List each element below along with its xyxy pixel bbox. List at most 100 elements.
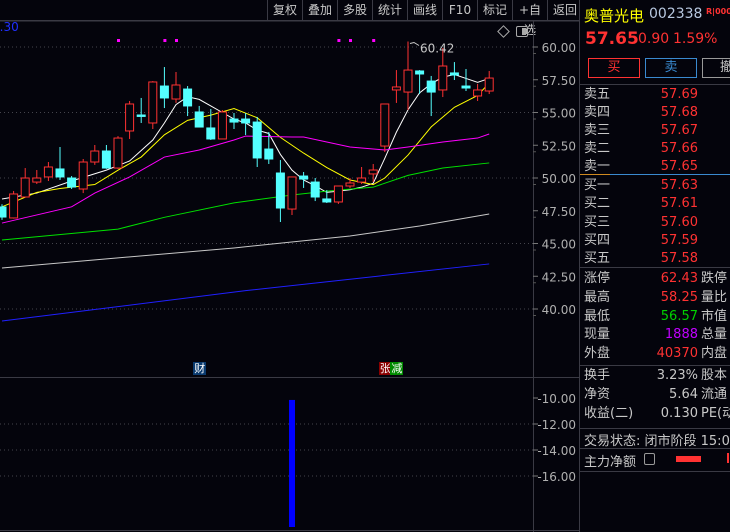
signal-mark — [372, 39, 376, 42]
candle[interactable] — [78, 159, 88, 194]
signal-mark — [337, 39, 341, 42]
row-value: 57.68 — [660, 105, 698, 120]
price-tick-label: 42.50 — [542, 270, 576, 284]
price-change-pct: 1.59% — [673, 31, 718, 47]
candle[interactable] — [20, 168, 30, 198]
panel-toggle-icon[interactable] — [516, 26, 528, 37]
row-label: 最高 — [584, 289, 611, 305]
candle[interactable] — [449, 62, 459, 81]
divider — [580, 267, 730, 268]
candle[interactable] — [206, 108, 216, 141]
candle[interactable] — [43, 162, 53, 182]
row-label: 涨停 — [584, 271, 611, 286]
row-value: 62.43 — [660, 271, 698, 286]
candle-body — [136, 114, 146, 117]
candle[interactable] — [55, 146, 65, 180]
main-net-bar — [676, 456, 701, 462]
ask-row: 卖二 57.66 — [580, 140, 730, 158]
candle[interactable] — [0, 204, 7, 220]
candle-body — [357, 177, 367, 183]
buy-button[interactable]: 买 — [588, 58, 640, 78]
candle[interactable] — [380, 103, 390, 153]
candle-body — [43, 166, 53, 178]
candle-body — [229, 118, 239, 123]
candle[interactable] — [391, 70, 401, 103]
candle-body — [438, 65, 448, 91]
trade-status: 交易状态: 闭市阶段 15:0 — [584, 434, 730, 449]
bid-row: 买五 57.58 — [580, 250, 730, 268]
lower-tick-label: -12.00 — [537, 418, 576, 432]
ask-row: 卖五 57.69 — [580, 86, 730, 104]
candle[interactable] — [101, 144, 111, 169]
ma120-line — [1, 263, 490, 322]
row-value: 58.25 — [660, 289, 698, 305]
candle[interactable] — [90, 144, 100, 165]
divider — [580, 471, 730, 472]
candle[interactable] — [275, 160, 285, 223]
candle[interactable] — [113, 136, 123, 169]
row-value: 3.23% — [656, 368, 698, 383]
candle[interactable] — [357, 166, 367, 185]
sell-button[interactable]: 卖 — [645, 58, 697, 78]
signal-mark — [117, 39, 120, 42]
candle[interactable] — [159, 67, 169, 109]
price-tick-label: 47.50 — [542, 205, 576, 219]
ma-label: 4.30 — [0, 20, 19, 34]
candle[interactable] — [345, 178, 355, 188]
candle[interactable] — [473, 83, 483, 101]
price-tick-label: 40.00 — [542, 303, 576, 317]
row-label-2: 总量 — [701, 327, 728, 343]
event-tag[interactable]: 财 — [193, 362, 207, 375]
candle[interactable] — [484, 70, 494, 95]
candle[interactable] — [183, 86, 193, 117]
row-label: 买四 — [584, 232, 611, 248]
price-tick-label: 52.50 — [542, 139, 576, 153]
candle[interactable] — [287, 176, 297, 215]
bid-row: 买二 57.61 — [580, 195, 730, 213]
candle[interactable] — [9, 190, 19, 219]
indicator-bar — [289, 399, 295, 527]
candle[interactable] — [403, 41, 413, 111]
candle[interactable] — [136, 97, 146, 123]
event-tag[interactable]: 减 — [390, 362, 404, 375]
candle[interactable] — [67, 176, 77, 190]
candle[interactable] — [148, 81, 158, 130]
price-tick-label: 50.00 — [542, 172, 576, 186]
candle-body — [0, 206, 7, 218]
price-change: 0.90 — [638, 31, 670, 47]
candle[interactable] — [461, 69, 471, 92]
stat-row: 外盘 40370 内盘 — [580, 345, 730, 363]
signal-mark — [175, 39, 178, 42]
row-value: 57.69 — [660, 87, 698, 102]
candle-body — [322, 198, 332, 203]
candle-body — [159, 85, 169, 99]
candle-body — [449, 72, 459, 76]
list-icon[interactable] — [644, 453, 655, 465]
candle[interactable] — [333, 185, 343, 204]
stock-flag: R|000 — [706, 7, 730, 16]
candle-body — [473, 89, 483, 97]
candle[interactable] — [32, 170, 42, 185]
row-value: 5.64 — [669, 386, 698, 402]
kline-chart[interactable]: 60.00 57.50 55.00 52.50 50.00 47.50 45.00 42.50… — [0, 0, 580, 532]
candle[interactable] — [241, 113, 251, 136]
candle-body — [20, 177, 30, 198]
cancel-order-button[interactable]: 撤 — [702, 58, 730, 78]
candle[interactable] — [229, 113, 239, 130]
candle[interactable] — [194, 105, 204, 128]
price-tick-label: 45.00 — [542, 238, 576, 252]
price-tick-label: 60.00 — [542, 41, 576, 55]
candle[interactable] — [299, 171, 309, 188]
candle[interactable] — [252, 116, 262, 167]
candle[interactable] — [171, 72, 181, 103]
candle[interactable] — [217, 110, 227, 140]
candle-body — [194, 111, 204, 128]
candle-body — [415, 70, 425, 75]
candle[interactable] — [426, 75, 436, 117]
candle[interactable] — [368, 163, 378, 183]
candle[interactable] — [125, 100, 135, 139]
candle-body — [9, 193, 19, 219]
candle[interactable] — [310, 178, 320, 202]
candle-body — [78, 161, 88, 190]
candle-body — [484, 77, 494, 92]
